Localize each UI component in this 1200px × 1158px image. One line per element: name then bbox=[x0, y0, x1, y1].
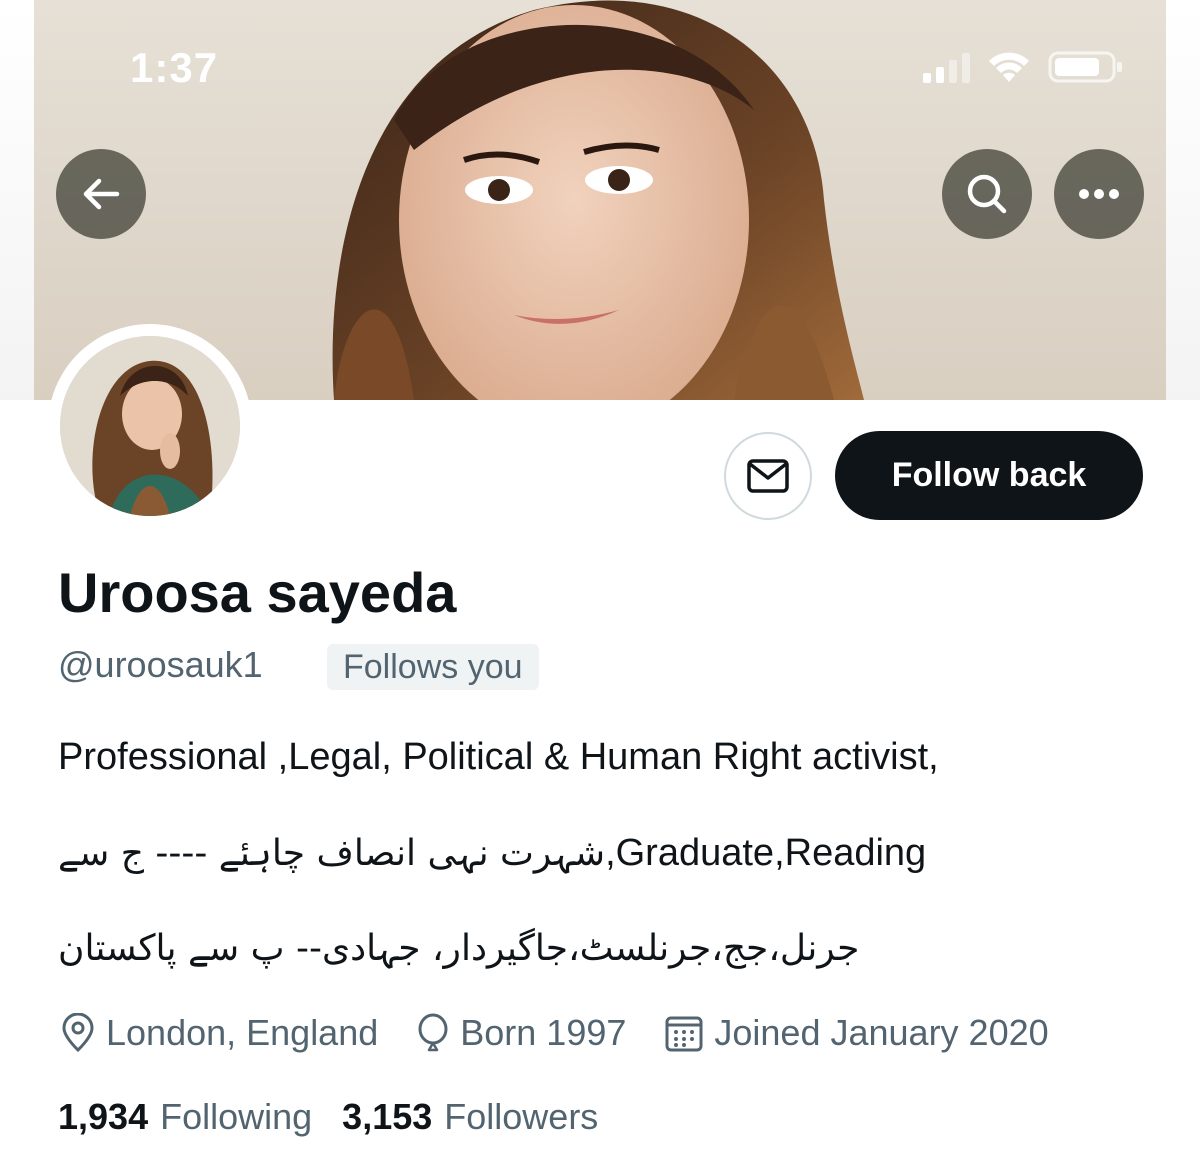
cellular-signal-icon bbox=[923, 51, 970, 83]
display-name: Uroosa sayeda bbox=[58, 561, 457, 624]
battery-icon bbox=[1048, 51, 1122, 83]
joined-text: Joined January 2020 bbox=[714, 1012, 1049, 1053]
followers-label[interactable]: Followers bbox=[444, 1096, 598, 1138]
wifi-icon bbox=[989, 52, 1029, 82]
bio-line: شہرت نہی انصاف چاہئے ---- ج سے,Graduate,… bbox=[58, 832, 926, 875]
bio-separator: , bbox=[605, 832, 616, 874]
profile-meta: London, England Born 1997 Joined January… bbox=[60, 1012, 1087, 1054]
location-text: London, England bbox=[106, 1012, 379, 1053]
mail-icon bbox=[747, 459, 789, 493]
back-button[interactable] bbox=[56, 149, 146, 239]
bio-line: جرنل،جج،جرنلسٹ،جاگیردار، جہادی-- پ سے پا… bbox=[58, 928, 860, 969]
follow-back-button[interactable]: Follow back bbox=[835, 431, 1143, 520]
banner-margin-left bbox=[0, 0, 34, 400]
joined-item: Joined January 2020 bbox=[664, 1012, 1049, 1054]
more-options-button[interactable] bbox=[1054, 149, 1144, 239]
following-label[interactable]: Following bbox=[160, 1096, 312, 1138]
bio-latin-text: Graduate,Reading bbox=[615, 832, 927, 874]
birth-item: Born 1997 bbox=[416, 1012, 626, 1054]
more-horizontal-icon bbox=[1079, 189, 1119, 199]
user-handle: @uroosauk1 bbox=[58, 644, 263, 685]
status-bar-time: 1:37 bbox=[130, 44, 219, 91]
banner-margin-right bbox=[1166, 0, 1200, 400]
location-pin-icon bbox=[62, 1013, 94, 1053]
calendar-icon bbox=[665, 1016, 703, 1052]
balloon-icon bbox=[418, 1013, 448, 1052]
location-item: London, England bbox=[60, 1012, 378, 1054]
following-count[interactable]: 1,934 bbox=[58, 1096, 148, 1138]
bio-urdu-text: شہرت نہی انصاف چاہئے ---- ج سے bbox=[58, 833, 606, 874]
status-bar-icons bbox=[923, 50, 1124, 84]
follow-stats: 1,934 Following 3,153 Followers bbox=[58, 1096, 628, 1138]
birth-text: Born 1997 bbox=[460, 1012, 627, 1053]
avatar[interactable] bbox=[48, 324, 252, 528]
arrow-left-icon bbox=[83, 178, 120, 210]
avatar-photo bbox=[60, 336, 240, 516]
search-icon bbox=[967, 174, 1007, 214]
followers-count[interactable]: 3,153 bbox=[342, 1096, 432, 1138]
follows-you-badge: Follows you bbox=[327, 644, 539, 690]
search-button[interactable] bbox=[942, 149, 1032, 239]
message-button[interactable] bbox=[724, 432, 812, 520]
bio-line: Professional ,Legal, Political & Human R… bbox=[58, 736, 939, 778]
